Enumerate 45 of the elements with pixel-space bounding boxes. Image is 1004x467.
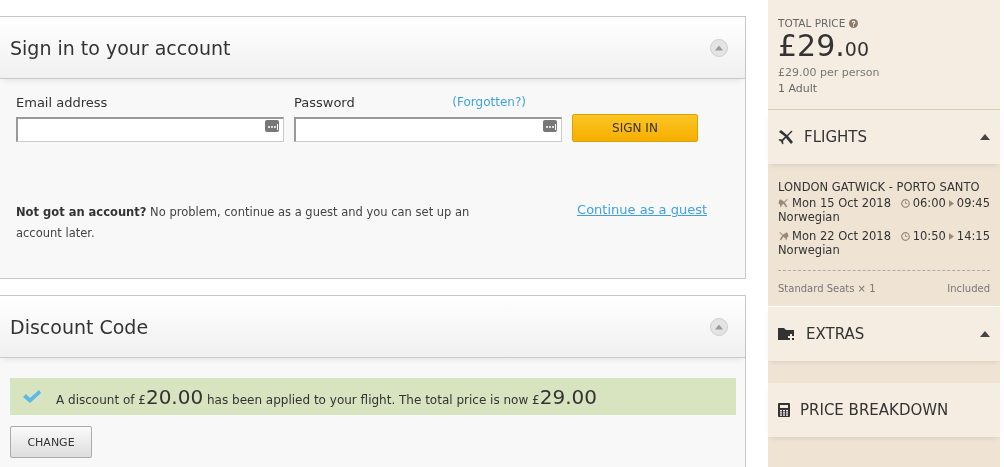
- folder-plus-icon: [778, 327, 796, 341]
- departure-time: 06:00: [912, 196, 946, 210]
- arrow-icon: [948, 232, 954, 240]
- airline-name: Norwegian: [778, 243, 841, 257]
- clock-icon: [900, 231, 910, 241]
- password-field[interactable]: [294, 117, 562, 142]
- arrival-time: 14:15: [956, 229, 990, 243]
- panel-title: Discount Code: [10, 315, 149, 338]
- calculator-icon: [778, 403, 790, 417]
- arrival-time: 09:45: [956, 196, 990, 210]
- seats-label: Standard Seats × 1: [778, 283, 876, 294]
- clock-icon: [900, 198, 910, 208]
- plane-icon: [778, 129, 794, 145]
- email-field[interactable]: [16, 117, 284, 142]
- key-icon: [543, 120, 557, 132]
- traveller-count: 1 Adult: [778, 82, 819, 95]
- collapse-caret-icon[interactable]: [980, 134, 990, 140]
- flight-date: Mon 22 Oct 2018: [792, 229, 891, 243]
- airline-name: Norwegian: [778, 210, 841, 224]
- collapse-icon[interactable]: [710, 38, 728, 57]
- departure-time: 10:50: [912, 229, 946, 243]
- guest-note: Not got an account? No problem, continue as a guest and you can set up an account later.: [16, 204, 471, 242]
- arrow-icon: [948, 199, 954, 207]
- total-price: £29.00: [778, 29, 870, 65]
- field-label: Email address: [16, 95, 108, 110]
- plane-icon: [778, 198, 789, 208]
- panel-title: Sign in to your account: [10, 36, 231, 59]
- per-person-price: £29.00 per person: [778, 66, 881, 79]
- section-header[interactable]: EXTRAS: [768, 307, 1000, 361]
- flight-date: Mon 15 Oct 2018: [792, 196, 891, 210]
- plane-icon: [778, 231, 789, 241]
- sign-in-button[interactable]: SIGN IN: [572, 114, 698, 142]
- section-header[interactable]: PRICE BREAKDOWN: [768, 383, 1000, 437]
- key-icon: [265, 120, 279, 132]
- flight-route: LONDON GATWICK - PORTO SANTO: [778, 180, 981, 194]
- collapse-caret-icon[interactable]: [980, 331, 990, 337]
- help-icon[interactable]: [849, 18, 859, 28]
- change-button[interactable]: CHANGE: [10, 426, 92, 458]
- discount-text: A discount of £20.00 has been applied to your flight. The total price is now £29.00: [56, 384, 597, 409]
- check-icon: [22, 389, 42, 404]
- field-label: Password: [294, 95, 355, 110]
- collapse-icon[interactable]: [710, 317, 728, 336]
- seats-price: Included: [947, 283, 990, 294]
- section-header[interactable]: FLIGHTS: [768, 110, 1000, 164]
- total-label: TOTAL PRICE: [778, 17, 846, 29]
